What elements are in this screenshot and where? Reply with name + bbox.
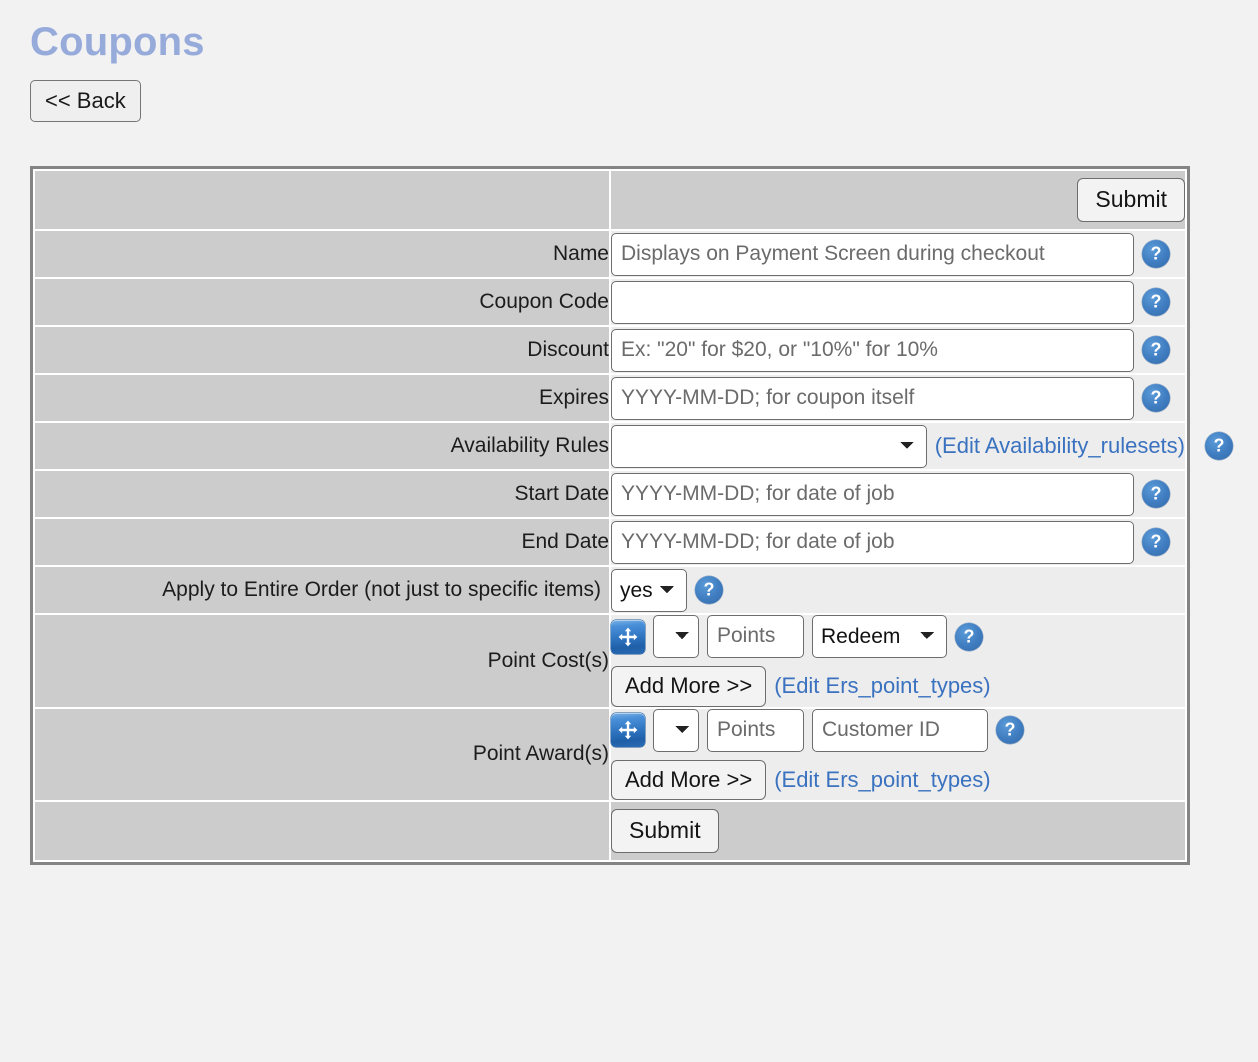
coupon-form-frame: Submit Name ? Coupon Code: [30, 166, 1190, 865]
table-row-name: Name ?: [35, 231, 1185, 277]
edit-availability-rulesets-link[interactable]: (Edit Availability_rulesets): [935, 433, 1185, 459]
help-icon-name[interactable]: ?: [1142, 240, 1170, 268]
help-icon-availability-rules[interactable]: ?: [1205, 432, 1233, 460]
edit-ers-point-types-link-costs[interactable]: (Edit Ers_point_types): [774, 673, 990, 699]
label-availability-rules: Availability Rules: [35, 423, 609, 469]
availability-rules-select[interactable]: [611, 425, 927, 468]
field-apply-entire-order: yes ?: [611, 567, 1185, 613]
end-date-input[interactable]: [611, 521, 1134, 564]
table-row-apply-entire-order: Apply to Entire Order (not just to speci…: [35, 567, 1185, 613]
label-name: Name: [35, 231, 609, 277]
point-cost-type-select[interactable]: [653, 615, 699, 658]
point-cost-points-input[interactable]: [707, 615, 804, 658]
help-icon-discount[interactable]: ?: [1142, 336, 1170, 364]
field-coupon-code: ?: [611, 279, 1185, 325]
submit-button-bottom[interactable]: Submit: [611, 809, 719, 853]
back-button-container: << Back: [0, 66, 1258, 122]
start-date-input[interactable]: [611, 473, 1134, 516]
back-button[interactable]: << Back: [30, 80, 141, 122]
point-award-points-input[interactable]: [707, 709, 804, 752]
move-handle-icon-point-awards[interactable]: [611, 713, 645, 747]
label-expires: Expires: [35, 375, 609, 421]
label-start-date: Start Date: [35, 471, 609, 517]
field-start-date: ?: [611, 471, 1185, 517]
name-input[interactable]: [611, 233, 1134, 276]
table-row-start-date: Start Date ?: [35, 471, 1185, 517]
table-row-point-awards: Point Award(s): [35, 709, 1185, 800]
field-point-costs: Redeem ? Add More >> (Edit Ers_point_typ…: [611, 615, 1185, 706]
table-row-end-date: End Date ?: [35, 519, 1185, 565]
help-icon-end-date[interactable]: ?: [1142, 528, 1170, 556]
help-icon-point-awards[interactable]: ?: [996, 716, 1024, 744]
header-blank-cell: [35, 171, 609, 229]
apply-entire-order-select[interactable]: yes: [611, 569, 687, 612]
add-more-button-point-awards[interactable]: Add More >>: [611, 760, 766, 800]
field-point-awards: ? Add More >> (Edit Ers_point_types): [611, 709, 1185, 800]
move-handle-icon-point-costs[interactable]: [611, 620, 645, 654]
page-title: Coupons: [0, 0, 1258, 66]
header-submit-cell: Submit: [611, 171, 1185, 229]
submit-button-top[interactable]: Submit: [1077, 178, 1185, 222]
help-icon-expires[interactable]: ?: [1142, 384, 1170, 412]
field-discount: ?: [611, 327, 1185, 373]
label-discount: Discount: [35, 327, 609, 373]
coupon-code-input[interactable]: [611, 281, 1134, 324]
discount-input[interactable]: [611, 329, 1134, 372]
label-point-costs: Point Cost(s): [35, 615, 609, 706]
help-icon-coupon-code[interactable]: ?: [1142, 288, 1170, 316]
table-row-availability-rules: Availability Rules (Edit Availability_ru…: [35, 423, 1185, 469]
add-more-button-point-costs[interactable]: Add More >>: [611, 666, 766, 706]
help-icon-start-date[interactable]: ?: [1142, 480, 1170, 508]
point-cost-mode-select[interactable]: Redeem: [812, 615, 947, 658]
label-point-awards: Point Award(s): [35, 709, 609, 800]
coupon-form-table: Submit Name ? Coupon Code: [33, 169, 1187, 862]
table-row-coupon-code: Coupon Code ?: [35, 279, 1185, 325]
help-icon-apply-entire-order[interactable]: ?: [695, 576, 723, 604]
label-end-date: End Date: [35, 519, 609, 565]
table-row-discount: Discount ?: [35, 327, 1185, 373]
point-award-customer-id-input[interactable]: [812, 709, 988, 752]
field-name: ?: [611, 231, 1185, 277]
label-apply-entire-order: Apply to Entire Order (not just to speci…: [35, 567, 609, 613]
table-header-row: Submit: [35, 171, 1185, 229]
help-icon-point-costs[interactable]: ?: [955, 623, 983, 651]
edit-ers-point-types-link-awards[interactable]: (Edit Ers_point_types): [774, 767, 990, 793]
footer-submit-cell: Submit: [611, 802, 1185, 860]
expires-input[interactable]: [611, 377, 1134, 420]
label-coupon-code: Coupon Code: [35, 279, 609, 325]
footer-blank-cell: [35, 802, 609, 860]
table-footer-row: Submit: [35, 802, 1185, 860]
point-award-type-select[interactable]: [653, 709, 699, 752]
field-expires: ?: [611, 375, 1185, 421]
coupons-page: Coupons << Back Submit Name: [0, 0, 1258, 865]
field-end-date: ?: [611, 519, 1185, 565]
field-availability-rules: (Edit Availability_rulesets) ?: [611, 423, 1185, 469]
table-row-expires: Expires ?: [35, 375, 1185, 421]
table-row-point-costs: Point Cost(s): [35, 615, 1185, 706]
